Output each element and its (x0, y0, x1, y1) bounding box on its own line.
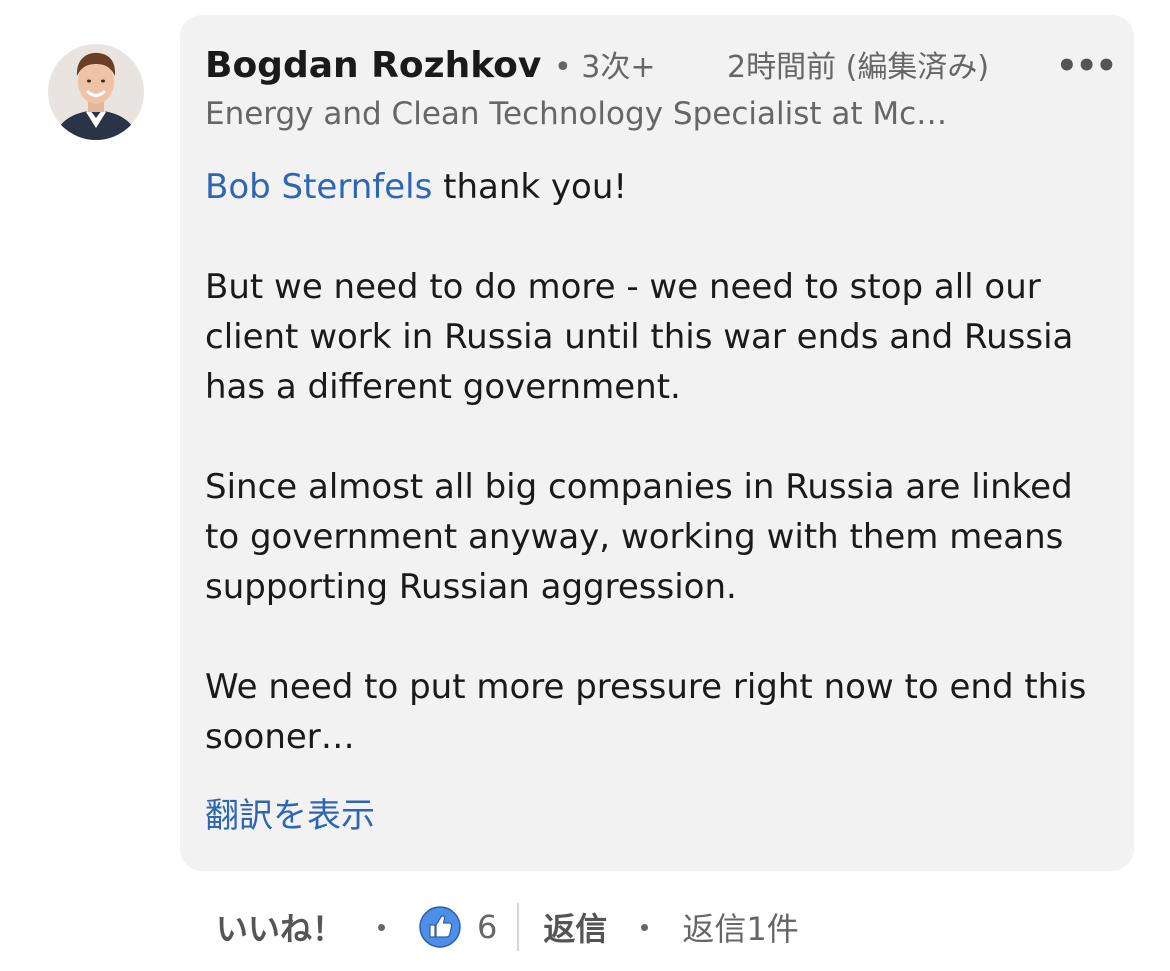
like-button[interactable]: いいね！ (216, 904, 344, 950)
author-headline[interactable]: Energy and Clean Technology Specialist a… (205, 94, 1025, 134)
connection-degree: • 3次+ (554, 50, 656, 85)
separator-dot (378, 923, 386, 931)
avatar-photo (48, 44, 144, 140)
reply-count-link[interactable]: 返信1件 (682, 904, 798, 950)
comment-paragraph: But we need to do more - we need to stop… (205, 267, 1074, 407)
comment-paragraph: Since almost all big companies in Russia… (205, 467, 1073, 607)
more-options-icon[interactable]: ••• (1056, 44, 1117, 88)
like-count[interactable]: 6 (477, 908, 497, 946)
thumbs-up-icon[interactable] (419, 906, 461, 948)
mention-link[interactable]: Bob Sternfels (205, 167, 432, 207)
comment-actions: いいね！ 6 返信 返信1件 (216, 901, 799, 953)
separator-dot (641, 923, 649, 931)
author-name[interactable]: Bogdan Rozhkov (205, 44, 541, 88)
comment-paragraph: Bob Sternfels thank you! (205, 162, 1105, 212)
comment-paragraph-text: thank you! (432, 167, 627, 207)
avatar[interactable] (48, 44, 144, 140)
comment-paragraph: We need to put more pressure right now t… (205, 667, 1087, 757)
show-translation-link[interactable]: 翻訳を表示 (205, 794, 375, 838)
reply-button[interactable]: 返信 (543, 904, 607, 950)
comment-timestamp: 2時間前 (編集済み) (727, 50, 990, 85)
comment-text: Bob Sternfels thank you! But we need to … (205, 162, 1105, 762)
action-divider (517, 903, 520, 951)
